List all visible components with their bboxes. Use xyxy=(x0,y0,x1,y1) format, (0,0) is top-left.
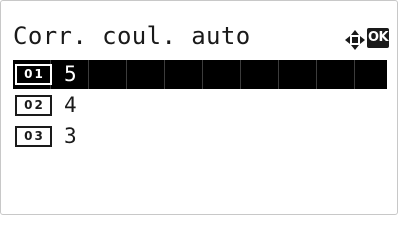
item-number-badge: 03 xyxy=(15,126,52,147)
list-item-3[interactable]: 03 3 xyxy=(13,122,387,151)
page-title: Corr. coul. auto xyxy=(13,22,251,50)
title-bar: Corr. coul. auto OK xyxy=(1,1,397,57)
item-number-badge: 02 xyxy=(15,95,52,116)
option-list: 01 5 02 4 03 3 xyxy=(13,60,387,153)
ok-button[interactable]: OK xyxy=(367,28,389,48)
item-number-badge: 01 xyxy=(15,64,52,85)
list-item-2[interactable]: 02 4 xyxy=(13,91,387,120)
list-item-1[interactable]: 01 5 xyxy=(13,60,387,89)
item-label: 3 xyxy=(64,124,77,148)
item-label: 4 xyxy=(64,93,77,117)
four-way-arrow-icon[interactable] xyxy=(344,30,366,50)
item-label: 5 xyxy=(64,62,77,86)
lcd-screen: Corr. coul. auto OK 01 5 02 4 03 3 xyxy=(0,0,398,215)
